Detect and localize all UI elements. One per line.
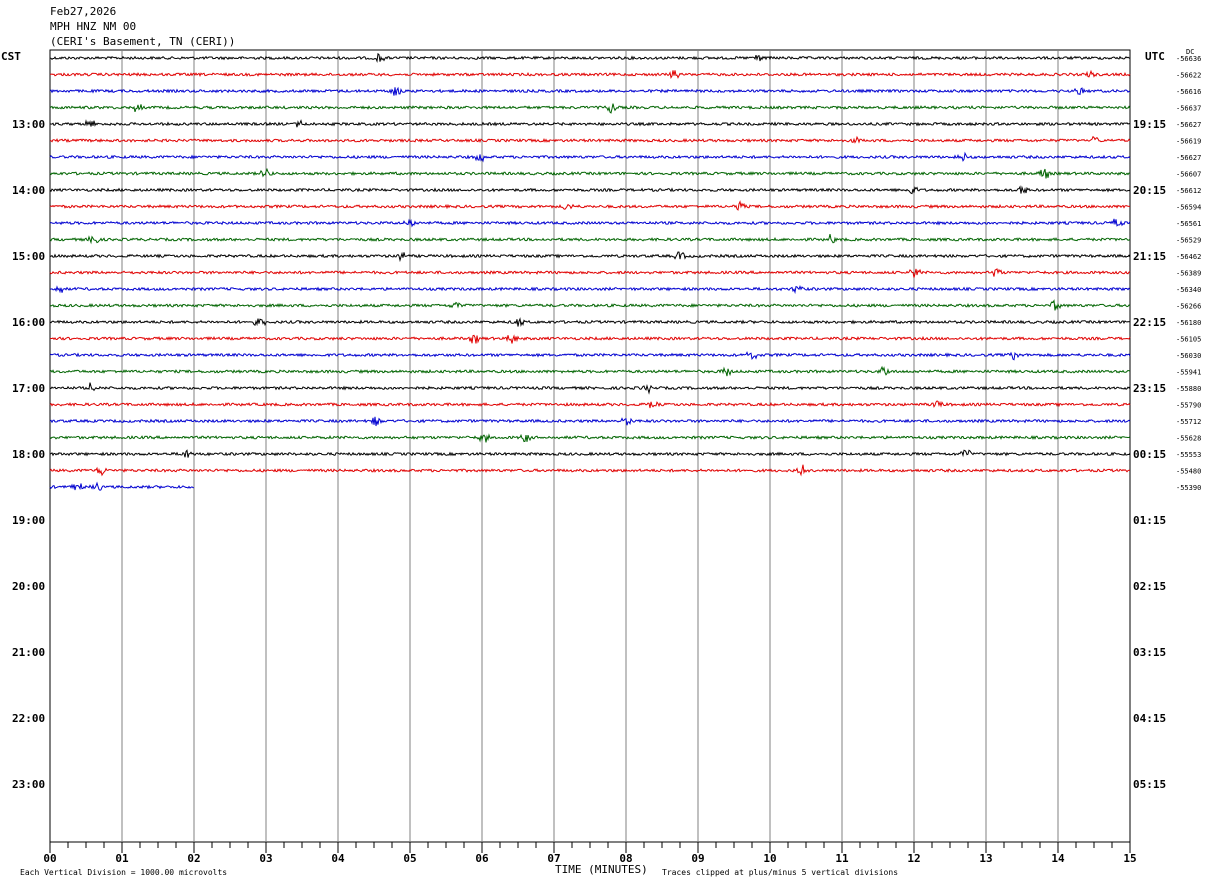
dc-offset-label: -56627	[1176, 154, 1201, 162]
right-hour-label: 04:15	[1133, 712, 1166, 725]
trace-line	[49, 351, 1131, 361]
trace-line	[49, 268, 1131, 278]
x-tick-label: 00	[43, 852, 56, 865]
left-hour-label: 18:00	[12, 448, 45, 461]
dc-offset-label: -56389	[1176, 270, 1201, 278]
x-tick-label: 15	[1123, 852, 1136, 865]
x-tick-label: 09	[691, 852, 704, 865]
x-tick-label: 02	[187, 852, 200, 865]
dc-offset-label: -56594	[1176, 204, 1201, 212]
trace-line	[49, 200, 1131, 211]
trace-line	[49, 52, 1131, 63]
trace-line	[49, 285, 1131, 295]
x-axis-title: TIME (MINUTES)	[555, 863, 648, 876]
x-tick-label: 01	[115, 852, 129, 865]
dc-offset-label: -56266	[1176, 303, 1201, 311]
x-tick-label: 14	[1051, 852, 1065, 865]
trace-line	[50, 119, 1131, 128]
left-hour-label: 22:00	[12, 712, 45, 725]
seismogram-chart: 00 01 02 03 04 05 06 07 08 09 10 11 12 13 14 1513:0014:…	[12, 49, 1201, 865]
dc-offset-label: -55941	[1176, 369, 1201, 377]
scale-note: Each Vertical Division = 1000.00 microvo…	[20, 868, 228, 877]
trace-line	[49, 400, 1131, 409]
trace-line	[49, 86, 1131, 96]
dc-offset-label: -55628	[1176, 435, 1201, 443]
left-hour-label: 15:00	[12, 250, 45, 263]
trace-line	[49, 218, 1131, 228]
right-hour-label: 02:15	[1133, 580, 1166, 593]
right-hour-label: 03:15	[1133, 646, 1166, 659]
x-tick-label: 04	[331, 852, 345, 865]
right-hour-label: 22:15	[1133, 316, 1166, 329]
trace-line	[49, 299, 1131, 311]
trace-line	[49, 185, 1131, 195]
right-hour-label: 01:15	[1133, 514, 1166, 527]
dc-offset-label: -56561	[1176, 220, 1201, 228]
dc-offset-label: -55790	[1176, 402, 1201, 410]
trace-line	[50, 334, 1131, 344]
dc-offset-label: -56619	[1176, 138, 1201, 146]
dc-offset-label: -56612	[1176, 187, 1201, 195]
right-hour-label: 05:15	[1133, 778, 1166, 791]
dc-offset-label: -55480	[1176, 468, 1201, 476]
dc-offset-label: -56627	[1176, 121, 1201, 129]
dc-offset-label: -56030	[1176, 352, 1201, 360]
plot-frame	[49, 49, 1131, 843]
dc-offset-label: -56462	[1176, 253, 1201, 261]
trace-line	[49, 416, 1131, 427]
trace-line	[49, 135, 1131, 144]
trace-line	[49, 103, 1131, 114]
trace-line	[49, 365, 1131, 377]
left-hour-label: 16:00	[12, 316, 45, 329]
left-hour-label: 14:00	[12, 184, 45, 197]
left-hour-label: 20:00	[12, 580, 45, 593]
right-hour-label: 21:15	[1133, 250, 1166, 263]
trace-line	[49, 382, 1131, 395]
trace-line	[49, 449, 1131, 458]
dc-offset-label: -55390	[1176, 484, 1201, 492]
dc-offset-label: -56105	[1176, 336, 1201, 344]
left-hour-label: 23:00	[12, 778, 45, 791]
x-tick-label: 13	[979, 852, 992, 865]
dc-offset-label: -56637	[1176, 105, 1201, 113]
x-tick-label: 12	[907, 852, 920, 865]
right-hour-label: 20:15	[1133, 184, 1166, 197]
x-tick-label: 11	[835, 852, 849, 865]
left-hour-label: 13:00	[12, 118, 45, 131]
dc-offset-label: -55712	[1176, 418, 1201, 426]
trace-line	[49, 433, 1131, 443]
dc-offset-label: -56622	[1176, 72, 1201, 80]
dc-offset-label: -56616	[1176, 88, 1201, 96]
trace-line	[49, 317, 1131, 328]
trace-line	[49, 167, 1131, 179]
clip-note: Traces clipped at plus/minus 5 vertical …	[662, 868, 899, 877]
trace-line	[49, 151, 1131, 163]
dc-offset-label: -55553	[1176, 451, 1201, 459]
x-tick-label: 03	[259, 852, 272, 865]
right-hour-label: 19:15	[1133, 118, 1166, 131]
left-hour-label: 19:00	[12, 514, 45, 527]
x-tick-label: 06	[475, 852, 489, 865]
dc-offset-label: -56529	[1176, 237, 1201, 245]
left-hour-label: 21:00	[12, 646, 45, 659]
trace-line	[49, 233, 1131, 245]
dc-offset-label: -56340	[1176, 286, 1201, 294]
dc-offset-label: -55880	[1176, 385, 1201, 393]
x-tick-label: 10	[763, 852, 776, 865]
trace-line	[49, 464, 1131, 477]
trace-line	[49, 69, 1131, 79]
right-hour-label: 23:15	[1133, 382, 1166, 395]
dc-offset-label: -56607	[1176, 171, 1201, 179]
x-tick-label: 05	[403, 852, 416, 865]
right-hour-label: 00:15	[1133, 448, 1166, 461]
dc-offset-label: -56636	[1176, 55, 1201, 63]
trace-line	[49, 251, 1131, 263]
left-hour-label: 17:00	[12, 382, 45, 395]
dc-offset-label: -56180	[1176, 319, 1201, 327]
